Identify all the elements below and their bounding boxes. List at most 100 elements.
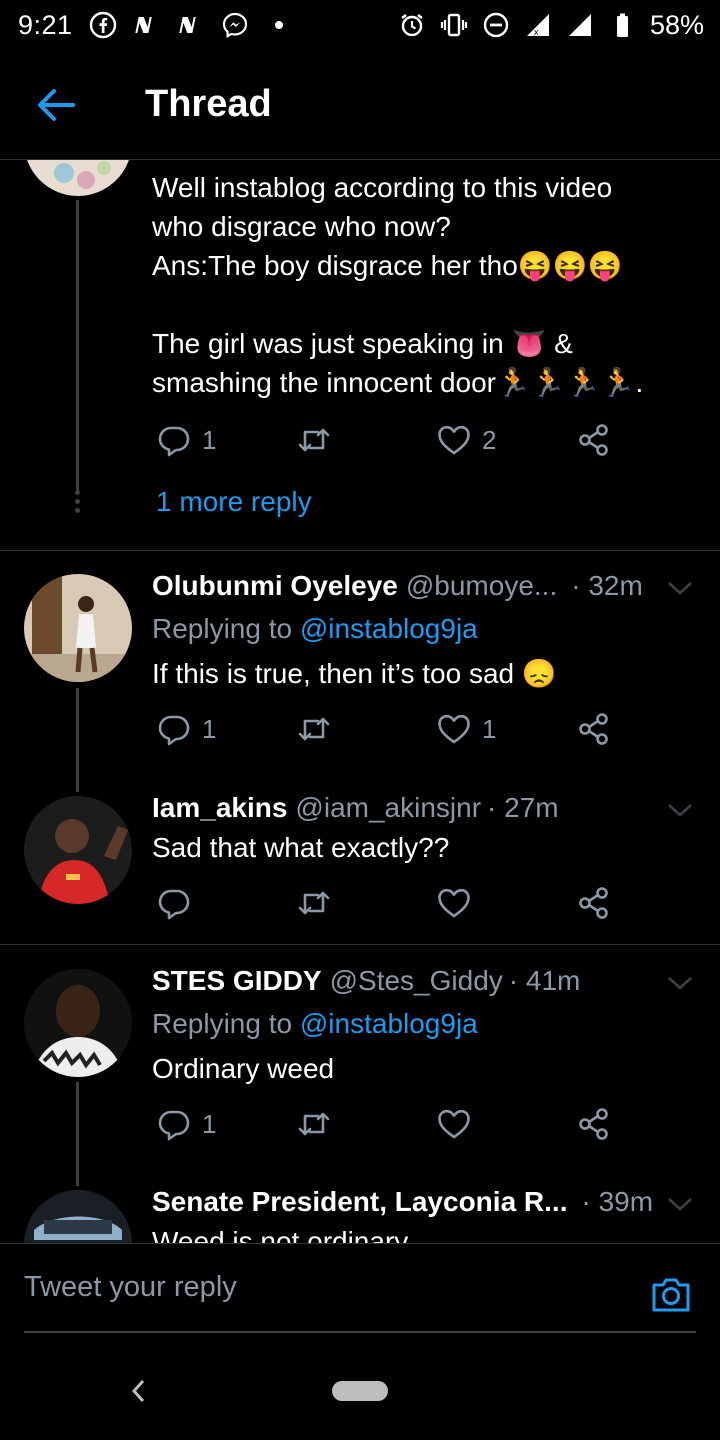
tweet-actions: 1: [152, 1106, 632, 1146]
messenger-icon: [221, 11, 249, 39]
chevron-down-icon[interactable]: [666, 578, 694, 598]
replying-prefix: Replying to: [152, 613, 293, 644]
author-name[interactable]: Senate President, Layconia R...: [152, 1183, 567, 1221]
like-button[interactable]: [436, 885, 482, 921]
thread-line: [76, 200, 79, 492]
tweet-time: · 32m: [571, 570, 643, 601]
like-count: 1: [482, 713, 497, 744]
do-not-disturb-icon: [482, 11, 510, 39]
avatar[interactable]: [24, 1190, 132, 1243]
author-handle[interactable]: @Stes_Giddy: [330, 962, 503, 1000]
reply-input[interactable]: Tweet your reply: [24, 1244, 696, 1333]
retweet-button[interactable]: [296, 885, 332, 921]
camera-icon: [652, 1278, 690, 1312]
retweet-button[interactable]: [296, 422, 332, 458]
heart-icon: [438, 714, 470, 744]
dot-icon: [265, 11, 293, 39]
compose-bar: Tweet your reply: [0, 1243, 720, 1355]
thread-feed[interactable]: Well instablog according to this video w…: [0, 160, 720, 1243]
avatar[interactable]: [24, 796, 132, 904]
divider: [0, 550, 720, 551]
reply-count: 1: [202, 424, 217, 455]
tweet-time: · 41m: [508, 965, 581, 996]
reply-button[interactable]: 1: [156, 1106, 216, 1142]
reply-icon: [158, 426, 190, 457]
status-time: 9:21: [18, 9, 73, 40]
author-name[interactable]: Iam_akins: [152, 789, 287, 827]
retweet-icon: [298, 1112, 330, 1136]
more-replies-link[interactable]: 1 more reply: [156, 486, 312, 518]
replying-to-link[interactable]: @instablog9ja: [300, 613, 478, 644]
divider: [0, 944, 720, 945]
heart-icon: [438, 1109, 470, 1139]
alarm-icon: [398, 11, 426, 39]
share-button[interactable]: [576, 711, 612, 747]
chevron-down-icon[interactable]: [666, 973, 694, 993]
tweet-text: Weed is not ordinary: [152, 1226, 409, 1243]
reply-icon: [158, 1110, 190, 1141]
avatar[interactable]: [24, 969, 132, 1077]
reply-button[interactable]: 1: [156, 711, 216, 747]
retweet-button[interactable]: [296, 711, 332, 747]
reply-button[interactable]: 1: [156, 422, 216, 458]
page-title: Thread: [145, 83, 272, 125]
share-button[interactable]: [576, 1106, 612, 1142]
like-button[interactable]: 2: [436, 422, 496, 458]
reply-placeholder: Tweet your reply: [24, 1271, 237, 1303]
tweet-actions: 1 1: [152, 711, 632, 751]
avatar[interactable]: [24, 574, 132, 682]
tweet-text: If this is true, then it’s too sad 😞: [152, 658, 557, 689]
app-bar: Thread: [0, 50, 720, 160]
tweet-actions: 1 2: [152, 422, 632, 462]
like-button[interactable]: 1: [436, 711, 496, 747]
tweet-time: · 27m: [487, 792, 559, 823]
share-icon: [579, 713, 608, 745]
retweet-icon: [298, 891, 330, 915]
share-button[interactable]: [576, 885, 612, 921]
heart-icon: [438, 425, 470, 455]
thread-line: [76, 688, 79, 792]
retweet-icon: [298, 428, 330, 452]
reply-icon: [158, 715, 190, 746]
news-icon: [133, 11, 161, 39]
news-icon: [177, 11, 205, 39]
reply-button[interactable]: [156, 885, 202, 921]
system-nav-bar: [0, 1355, 720, 1440]
reply-icon: [158, 889, 190, 920]
author-name[interactable]: STES GIDDY: [152, 962, 322, 1000]
thread-dots: [73, 490, 82, 517]
replying-to-link[interactable]: @instablog9ja: [300, 1008, 478, 1039]
author-name[interactable]: Olubunmi Oyeleye: [152, 567, 398, 605]
tweet-text: Sad that what exactly??: [152, 832, 450, 863]
chevron-down-icon[interactable]: [666, 800, 694, 820]
arrow-left-icon: [38, 88, 75, 121]
battery-percent: 58%: [649, 9, 704, 40]
share-icon: [579, 887, 608, 919]
reply-count: 1: [202, 1108, 217, 1139]
thread-line: [76, 1082, 79, 1186]
like-count: 2: [482, 424, 497, 455]
svg-text:x: x: [534, 27, 539, 37]
retweet-icon: [298, 717, 330, 741]
camera-button[interactable]: [650, 1274, 692, 1314]
chevron-down-icon[interactable]: [666, 1194, 694, 1214]
replying-prefix: Replying to: [152, 1008, 293, 1039]
battery-icon: [608, 11, 636, 39]
retweet-button[interactable]: [296, 1106, 332, 1142]
nav-back-icon[interactable]: [128, 1377, 150, 1405]
replying-to: Replying to @instablog9ja: [152, 1005, 478, 1043]
tweet-meta: Iam_akins @iam_akinsjnr · 27m: [152, 789, 559, 827]
tweet-meta: STES GIDDY @Stes_Giddy · 41m: [152, 962, 580, 1000]
author-handle[interactable]: @bumoye...: [406, 567, 557, 605]
author-handle[interactable]: @iam_akinsjnr: [295, 789, 481, 827]
share-button[interactable]: [576, 422, 612, 458]
like-button[interactable]: [436, 1106, 482, 1142]
home-pill-icon[interactable]: [332, 1381, 388, 1401]
reply-count: 1: [202, 713, 217, 744]
tweet-meta: Senate President, Layconia R... · 39m: [152, 1183, 653, 1221]
avatar[interactable]: [24, 160, 132, 196]
share-icon: [579, 1108, 608, 1140]
back-button[interactable]: [0, 50, 112, 160]
signal-icon: x: [524, 11, 552, 39]
tweet-meta: Olubunmi Oyeleye @bumoye... · 32m: [152, 567, 643, 605]
